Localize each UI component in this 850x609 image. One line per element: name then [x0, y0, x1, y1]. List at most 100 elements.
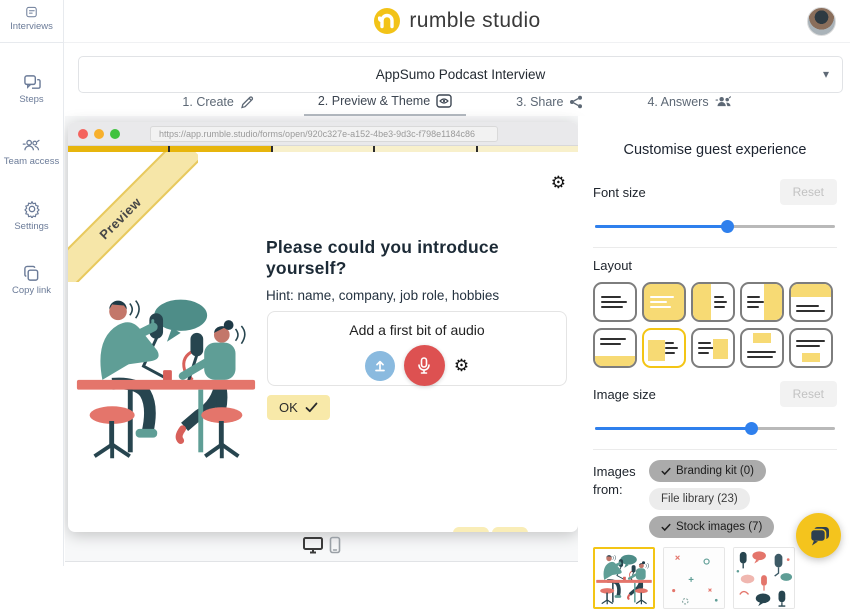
minimize-icon[interactable]	[94, 129, 104, 139]
audio-settings-gear-icon[interactable]: ⚙	[454, 357, 469, 374]
share-icon	[569, 95, 583, 109]
question-settings-gear-icon[interactable]: ⚙	[551, 174, 566, 191]
thumbnail-microphone-doodles[interactable]	[733, 547, 795, 609]
divider	[593, 247, 837, 248]
sidebar-item-label: Copy link	[12, 285, 51, 297]
confetti-pattern-thumb	[664, 548, 724, 608]
layout-option[interactable]	[789, 328, 833, 368]
audio-prompt: Add a first bit of audio	[268, 322, 566, 338]
font-size-reset-button[interactable]: Reset	[780, 179, 837, 205]
mobile-preview-button[interactable]	[329, 536, 341, 554]
desktop-preview-button[interactable]	[302, 536, 324, 554]
thumbnail-confetti-pattern[interactable]	[663, 547, 725, 609]
layout-option[interactable]	[740, 282, 784, 322]
preview-icon	[436, 94, 452, 108]
sidebar-item-settings[interactable]: Settings	[0, 191, 63, 242]
interview-title: AppSumo Podcast Interview	[376, 67, 546, 82]
preview-ribbon-label: Preview	[68, 152, 198, 282]
check-icon	[661, 467, 671, 476]
upload-audio-button[interactable]	[365, 351, 395, 381]
image-thumbnails	[593, 547, 837, 609]
layout-option[interactable]	[593, 328, 637, 368]
preview-stage: https://app.rumble.studio/forms/open/920…	[65, 116, 578, 562]
guest-page: Preview ⚙ Please could you introduce you…	[68, 152, 578, 532]
chip-label: Stock images (7)	[676, 521, 762, 533]
check-icon	[661, 523, 671, 532]
guest-preview-window: https://app.rumble.studio/forms/open/920…	[68, 122, 578, 532]
step-tabs: 1. Create 2. Preview & Theme 3. Share 4.…	[64, 93, 850, 116]
next-question-button[interactable]	[492, 527, 528, 532]
previous-question-button[interactable]	[453, 527, 489, 532]
layout-option[interactable]	[593, 282, 637, 322]
slider-thumb[interactable]	[721, 220, 734, 233]
live-chat-button[interactable]	[796, 513, 841, 558]
ok-label: OK	[279, 400, 298, 415]
microphone-icon	[416, 357, 432, 375]
sidebar-item-team-access[interactable]: Team access	[0, 129, 63, 177]
phone-icon	[329, 536, 341, 554]
monitor-icon	[302, 536, 324, 554]
pencil-icon	[240, 95, 254, 109]
interview-title-dropdown[interactable]: AppSumo Podcast Interview ▾	[78, 56, 843, 93]
panel-title: Customise guest experience	[593, 142, 837, 158]
layout-option[interactable]	[740, 328, 784, 368]
tab-label: 4. Answers	[647, 95, 708, 109]
tab-label: 3. Share	[516, 95, 563, 109]
layout-option[interactable]	[691, 282, 735, 322]
layout-label: Layout	[593, 258, 837, 273]
steps-icon	[23, 74, 41, 91]
chevron-down-icon: ▾	[823, 67, 829, 81]
tab-answers[interactable]: 4. Answers	[633, 93, 745, 116]
layout-grid	[593, 282, 837, 368]
layout-option[interactable]	[789, 282, 833, 322]
maximize-icon[interactable]	[110, 129, 120, 139]
image-size-reset-button[interactable]: Reset	[780, 381, 837, 407]
layout-option[interactable]	[642, 328, 686, 368]
sidebar-item-copy-link[interactable]: Copy link	[0, 256, 63, 306]
podcast-illustration-thumb	[595, 549, 653, 607]
image-size-slider[interactable]	[595, 421, 835, 435]
sidebar-item-label: Team access	[4, 156, 59, 168]
user-avatar[interactable]	[807, 7, 836, 36]
thumbnail-podcast-illustration[interactable]	[593, 547, 655, 609]
images-from-label: Images from:	[593, 460, 641, 498]
tab-create[interactable]: 1. Create	[168, 93, 267, 116]
chip-stock-images[interactable]: Stock images (7)	[649, 516, 774, 538]
layout-option[interactable]	[691, 328, 735, 368]
question-title: Please could you introduce yourself?	[266, 237, 578, 279]
question-nav	[453, 527, 528, 532]
customise-panel: Customise guest experience Font size Res…	[578, 116, 850, 562]
close-icon[interactable]	[78, 129, 88, 139]
slider-thumb[interactable]	[745, 422, 758, 435]
sidebar-item-interviews[interactable]: Interviews	[0, 0, 63, 43]
rumble-logo-icon	[373, 7, 401, 35]
url-bar[interactable]: https://app.rumble.studio/forms/open/920…	[150, 126, 498, 142]
browser-chrome: https://app.rumble.studio/forms/open/920…	[68, 122, 578, 146]
copy-link-icon	[23, 265, 40, 282]
preview-ribbon: Preview	[68, 152, 198, 282]
tab-label: 1. Create	[182, 95, 233, 109]
question-hint: Hint: name, company, job role, hobbies	[266, 288, 578, 303]
ok-button[interactable]: OK	[267, 395, 330, 420]
interviews-icon	[23, 6, 40, 18]
question-block: Please could you introduce yourself? Hin…	[266, 237, 578, 303]
image-size-label: Image size	[593, 387, 656, 402]
podcast-illustration	[73, 285, 259, 463]
chat-bubble-icon	[807, 525, 831, 547]
layout-option[interactable]	[642, 282, 686, 322]
divider	[593, 449, 837, 450]
font-size-label: Font size	[593, 185, 646, 200]
chip-file-library[interactable]: File library (23)	[649, 488, 750, 510]
tab-share[interactable]: 3. Share	[502, 93, 597, 116]
settings-icon	[23, 200, 41, 218]
sidebar: Interviews Steps Team access	[0, 0, 64, 566]
font-size-slider[interactable]	[595, 219, 835, 233]
tab-label: 2. Preview & Theme	[318, 94, 430, 108]
audio-answer-box: Add a first bit of audio	[267, 311, 567, 386]
chip-branding-kit[interactable]: Branding kit (0)	[649, 460, 766, 482]
microphone-doodles-thumb	[734, 548, 794, 608]
tab-preview-theme[interactable]: 2. Preview & Theme	[304, 93, 466, 116]
record-audio-button[interactable]	[404, 345, 445, 386]
brand-logo: rumble studio	[373, 7, 540, 35]
sidebar-item-steps[interactable]: Steps	[0, 65, 63, 115]
